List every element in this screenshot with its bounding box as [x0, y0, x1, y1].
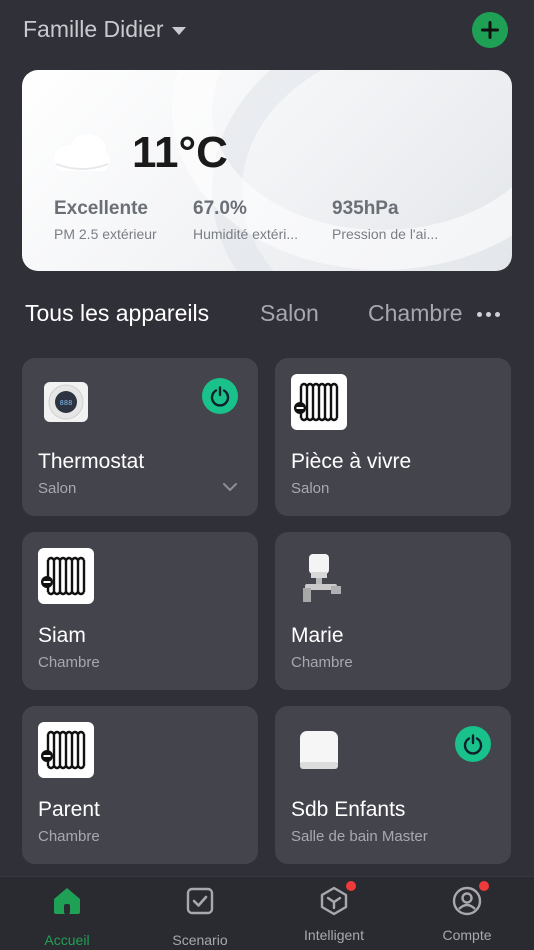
account-icon	[452, 886, 482, 916]
power-button[interactable]	[202, 378, 238, 414]
metric-label: Pression de l'ai...	[332, 226, 439, 242]
device-card-siam[interactable]: Siam Chambre	[22, 532, 258, 690]
device-name: Pièce à vivre	[291, 450, 412, 473]
nav-scenario[interactable]: Scenario	[133, 885, 267, 948]
bottom-navigation: Accueil Scenario Intelligent Compte	[0, 876, 534, 950]
more-icon[interactable]	[477, 312, 500, 317]
device-card-parent[interactable]: Parent Chambre	[22, 706, 258, 864]
device-card-marie[interactable]: Marie Chambre	[275, 532, 511, 690]
home-name: Famille Didier	[23, 16, 164, 42]
device-name: Sdb Enfants	[291, 798, 406, 821]
device-name: Thermostat	[38, 450, 145, 473]
cube-icon	[320, 886, 348, 916]
temperature: 11°C	[132, 128, 228, 177]
device-room: Chambre	[38, 654, 100, 671]
power-button[interactable]	[455, 726, 491, 762]
nav-label: Intelligent	[304, 927, 364, 943]
metric-humidity: 67.0% Humidité extéri...	[193, 198, 298, 242]
cloud-icon	[54, 134, 110, 171]
power-icon	[210, 386, 230, 407]
radiator-icon	[38, 548, 94, 604]
sensor-icon	[300, 731, 338, 769]
chevron-down-icon[interactable]	[222, 482, 238, 492]
metric-value: 67.0%	[193, 198, 247, 219]
nav-label: Compte	[442, 927, 492, 943]
tab-salon[interactable]: Salon	[260, 300, 319, 327]
checkbox-icon	[186, 887, 214, 915]
plus-icon	[481, 21, 499, 39]
device-room: Chambre	[38, 828, 100, 845]
nav-label: Scenario	[172, 932, 228, 948]
notification-badge	[479, 881, 489, 891]
device-card-sdb-enfants[interactable]: Sdb Enfants Salle de bain Master	[275, 706, 511, 864]
radiator-icon	[38, 722, 94, 778]
nav-compte[interactable]: Compte	[400, 881, 534, 943]
notification-badge	[346, 881, 356, 891]
device-room: Salle de bain Master	[291, 828, 428, 845]
device-name: Siam	[38, 624, 86, 647]
svg-text:888: 888	[60, 399, 73, 407]
nav-accueil[interactable]: Accueil	[0, 885, 134, 948]
nav-label: Accueil	[44, 932, 90, 948]
metric-label: Humidité extéri...	[193, 226, 299, 242]
caret-down-icon	[171, 26, 186, 35]
valve-icon	[303, 554, 341, 602]
header: Famille Didier	[0, 0, 534, 62]
device-name: Parent	[38, 798, 100, 821]
metric-pm25: Excellente PM 2.5 extérieur	[54, 198, 157, 242]
add-button[interactable]	[472, 12, 508, 48]
thermostat-icon: 888	[44, 382, 88, 422]
power-icon	[463, 734, 483, 755]
metric-value: Excellente	[54, 198, 148, 219]
room-tabs: Tous les appareils Salon Chambre	[0, 300, 534, 332]
tab-all-devices[interactable]: Tous les appareils	[25, 300, 209, 327]
nav-intelligent[interactable]: Intelligent	[267, 881, 401, 943]
radiator-icon	[291, 374, 347, 430]
metric-pressure: 935hPa Pression de l'ai...	[332, 198, 438, 242]
home-selector[interactable]: Famille Didier	[23, 16, 186, 43]
tab-chambre[interactable]: Chambre	[368, 300, 463, 327]
device-room: Chambre	[291, 654, 353, 671]
device-room: Salon	[291, 480, 330, 497]
device-name: Marie	[291, 624, 344, 647]
weather-card[interactable]: 11°C Excellente PM 2.5 extérieur 67.0% H…	[22, 70, 512, 271]
home-icon	[54, 888, 80, 914]
device-card-piece-a-vivre[interactable]: Pièce à vivre Salon	[275, 358, 511, 516]
device-card-thermostat[interactable]: 888 Thermostat Salon	[22, 358, 258, 516]
device-room: Salon	[38, 480, 77, 497]
metric-label: PM 2.5 extérieur	[54, 226, 157, 242]
metric-value: 935hPa	[332, 198, 399, 219]
